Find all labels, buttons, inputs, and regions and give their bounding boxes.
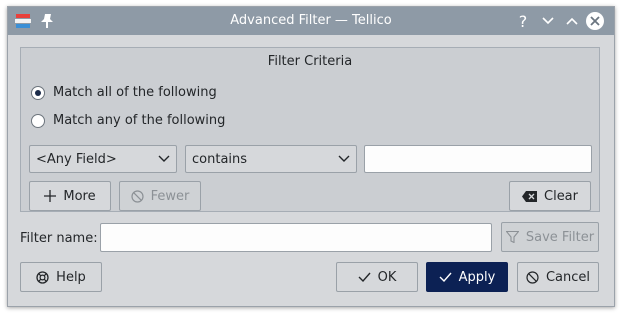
match-all-option[interactable]: Match all of the following <box>31 85 217 100</box>
fewer-button[interactable]: Fewer <box>119 181 201 211</box>
help-icon[interactable]: ? <box>512 10 534 32</box>
help-button-label: Help <box>56 269 86 285</box>
field-combo[interactable]: <Any Field> <box>29 145 177 173</box>
advanced-filter-dialog: Advanced Filter — Tellico ? Filter Crite… <box>7 6 615 307</box>
filter-criteria-heading: Filter Criteria <box>267 54 353 69</box>
ok-button-label: OK <box>377 269 397 285</box>
filter-criteria-group: Filter Criteria Match all of the followi… <box>20 47 600 212</box>
match-any-option[interactable]: Match any of the following <box>31 113 225 128</box>
cancel-button[interactable]: Cancel <box>517 262 599 292</box>
checkmark-icon <box>358 272 371 282</box>
remove-icon <box>131 189 144 203</box>
checkmark-icon <box>439 272 452 282</box>
apply-button[interactable]: Apply <box>426 262 508 292</box>
apply-button-label: Apply <box>458 269 496 285</box>
cancel-button-label: Cancel <box>545 269 591 285</box>
ok-button[interactable]: OK <box>336 262 418 292</box>
criteria-value-input[interactable] <box>364 145 592 173</box>
clear-icon <box>522 190 537 202</box>
plus-icon <box>44 190 57 202</box>
clear-button-label: Clear <box>544 188 578 204</box>
minimize-icon[interactable] <box>537 10 559 32</box>
fewer-button-label: Fewer <box>150 188 190 204</box>
help-lifebuoy-icon <box>36 270 49 284</box>
chevron-down-icon <box>338 155 350 162</box>
cancel-icon <box>526 270 539 284</box>
filter-icon <box>505 231 519 243</box>
clear-button[interactable]: Clear <box>509 181 591 211</box>
help-button[interactable]: Help <box>20 262 102 292</box>
save-filter-button[interactable]: Save Filter <box>501 222 599 252</box>
more-button-label: More <box>63 188 96 204</box>
match-any-label: Match any of the following <box>53 113 226 128</box>
maximize-icon[interactable] <box>561 10 583 32</box>
match-all-label: Match all of the following <box>53 85 217 100</box>
field-combo-value: <Any Field> <box>36 151 117 167</box>
operator-combo[interactable]: contains <box>185 145 357 173</box>
title-bar[interactable]: Advanced Filter — Tellico ? <box>8 7 614 35</box>
filter-name-label: Filter name: <box>20 231 98 246</box>
close-icon[interactable] <box>586 12 604 30</box>
filter-name-input[interactable] <box>100 223 492 252</box>
match-all-radio[interactable] <box>31 85 45 100</box>
save-filter-label: Save Filter <box>525 229 595 245</box>
match-any-radio[interactable] <box>31 113 45 128</box>
chevron-down-icon <box>158 155 170 162</box>
more-button[interactable]: More <box>29 181 111 211</box>
operator-combo-value: contains <box>192 151 248 167</box>
